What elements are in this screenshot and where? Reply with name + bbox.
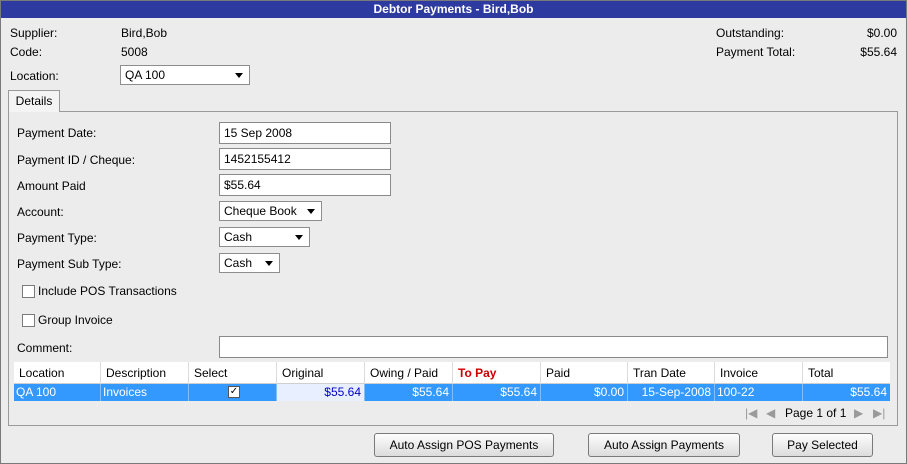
payment-type-label: Payment Type: xyxy=(17,231,97,245)
tab-details[interactable]: Details xyxy=(8,90,60,112)
chevron-down-icon xyxy=(235,73,243,78)
comment-field[interactable] xyxy=(219,336,888,358)
auto-assign-pos-button[interactable]: Auto Assign POS Payments xyxy=(374,433,554,457)
chevron-down-icon xyxy=(307,209,315,214)
next-page-icon[interactable]: ▶ xyxy=(854,406,863,420)
include-pos-checkbox[interactable] xyxy=(22,285,35,298)
cell-description: Invoices xyxy=(101,384,189,401)
location-select[interactable]: QA 100 xyxy=(120,65,250,85)
include-pos-label: Include POS Transactions xyxy=(38,284,177,298)
payment-total-label: Payment Total: xyxy=(716,45,796,59)
payment-total-value: $55.64 xyxy=(860,45,897,59)
cell-location: QA 100 xyxy=(14,384,101,401)
cell-original: $55.64 xyxy=(277,384,365,401)
column-header-location[interactable]: Location xyxy=(14,362,101,384)
auto-assign-button[interactable]: Auto Assign Payments xyxy=(588,433,740,457)
amount-paid-field[interactable]: $55.64 xyxy=(219,174,391,196)
payment-type-select-value: Cash xyxy=(224,230,253,244)
debtor-payments-window: Debtor Payments - Bird,Bob Supplier: Bir… xyxy=(0,0,907,464)
column-header-tran-date[interactable]: Tran Date xyxy=(628,362,715,384)
group-invoice-checkbox[interactable] xyxy=(22,314,35,327)
grid-header: Location Description Select Original Owi… xyxy=(14,362,890,384)
column-header-owing-paid[interactable]: Owing / Paid xyxy=(365,362,453,384)
account-label: Account: xyxy=(17,205,64,219)
comment-label: Comment: xyxy=(17,341,73,355)
account-select[interactable]: Cheque Book xyxy=(219,201,322,221)
pay-selected-button[interactable]: Pay Selected xyxy=(772,433,873,457)
supplier-value: Bird,Bob xyxy=(121,26,168,40)
column-header-total[interactable]: Total xyxy=(803,362,890,384)
row-select-checkbox[interactable]: ✓ xyxy=(228,386,240,398)
cell-tran-date: 15-Sep-2008 xyxy=(628,384,715,401)
cell-to-pay[interactable]: $55.64 xyxy=(453,384,541,401)
column-header-select[interactable]: Select xyxy=(189,362,277,384)
column-header-paid[interactable]: Paid xyxy=(541,362,628,384)
last-page-icon[interactable]: ▶| xyxy=(873,406,885,420)
column-header-to-pay[interactable]: To Pay xyxy=(453,362,541,384)
outstanding-label: Outstanding: xyxy=(716,26,785,40)
payment-subtype-select[interactable]: Cash xyxy=(219,253,280,273)
column-header-original[interactable]: Original xyxy=(277,362,365,384)
amount-paid-label: Amount Paid xyxy=(17,179,86,193)
code-value: 5008 xyxy=(121,45,148,59)
table-row[interactable]: QA 100 Invoices ✓ $55.64 $55.64 $55.64 $… xyxy=(14,384,890,401)
account-select-value: Cheque Book xyxy=(224,204,297,218)
payment-date-label: Payment Date: xyxy=(17,126,97,140)
pager-text: Page 1 of 1 xyxy=(785,406,847,420)
payment-type-select[interactable]: Cash xyxy=(219,227,310,247)
previous-page-icon[interactable]: ◀ xyxy=(766,406,775,420)
payment-id-field[interactable]: 1452155412 xyxy=(219,148,391,170)
column-header-description[interactable]: Description xyxy=(101,362,189,384)
supplier-label: Supplier: xyxy=(10,26,58,40)
window-title: Debtor Payments - Bird,Bob xyxy=(1,1,906,18)
cell-select: ✓ xyxy=(189,384,277,401)
payment-date-field[interactable]: 15 Sep 2008 xyxy=(219,122,391,144)
chevron-down-icon xyxy=(295,235,303,240)
code-label: Code: xyxy=(10,45,43,59)
group-invoice-label: Group Invoice xyxy=(38,313,113,327)
cell-paid: $0.00 xyxy=(541,384,628,401)
payment-subtype-label: Payment Sub Type: xyxy=(17,257,122,271)
outstanding-value: $0.00 xyxy=(866,26,897,40)
location-select-value: QA 100 xyxy=(125,68,166,82)
chevron-down-icon xyxy=(265,261,273,266)
cell-owing-paid: $55.64 xyxy=(365,384,453,401)
cell-total: $55.64 xyxy=(850,385,887,399)
first-page-icon[interactable]: |◀ xyxy=(745,406,757,420)
location-label: Location: xyxy=(10,69,59,83)
payment-subtype-select-value: Cash xyxy=(224,256,253,270)
payment-id-label: Payment ID / Cheque: xyxy=(17,153,136,167)
column-header-invoice[interactable]: Invoice xyxy=(715,362,803,384)
cell-invoice: 100-22 xyxy=(715,384,803,401)
